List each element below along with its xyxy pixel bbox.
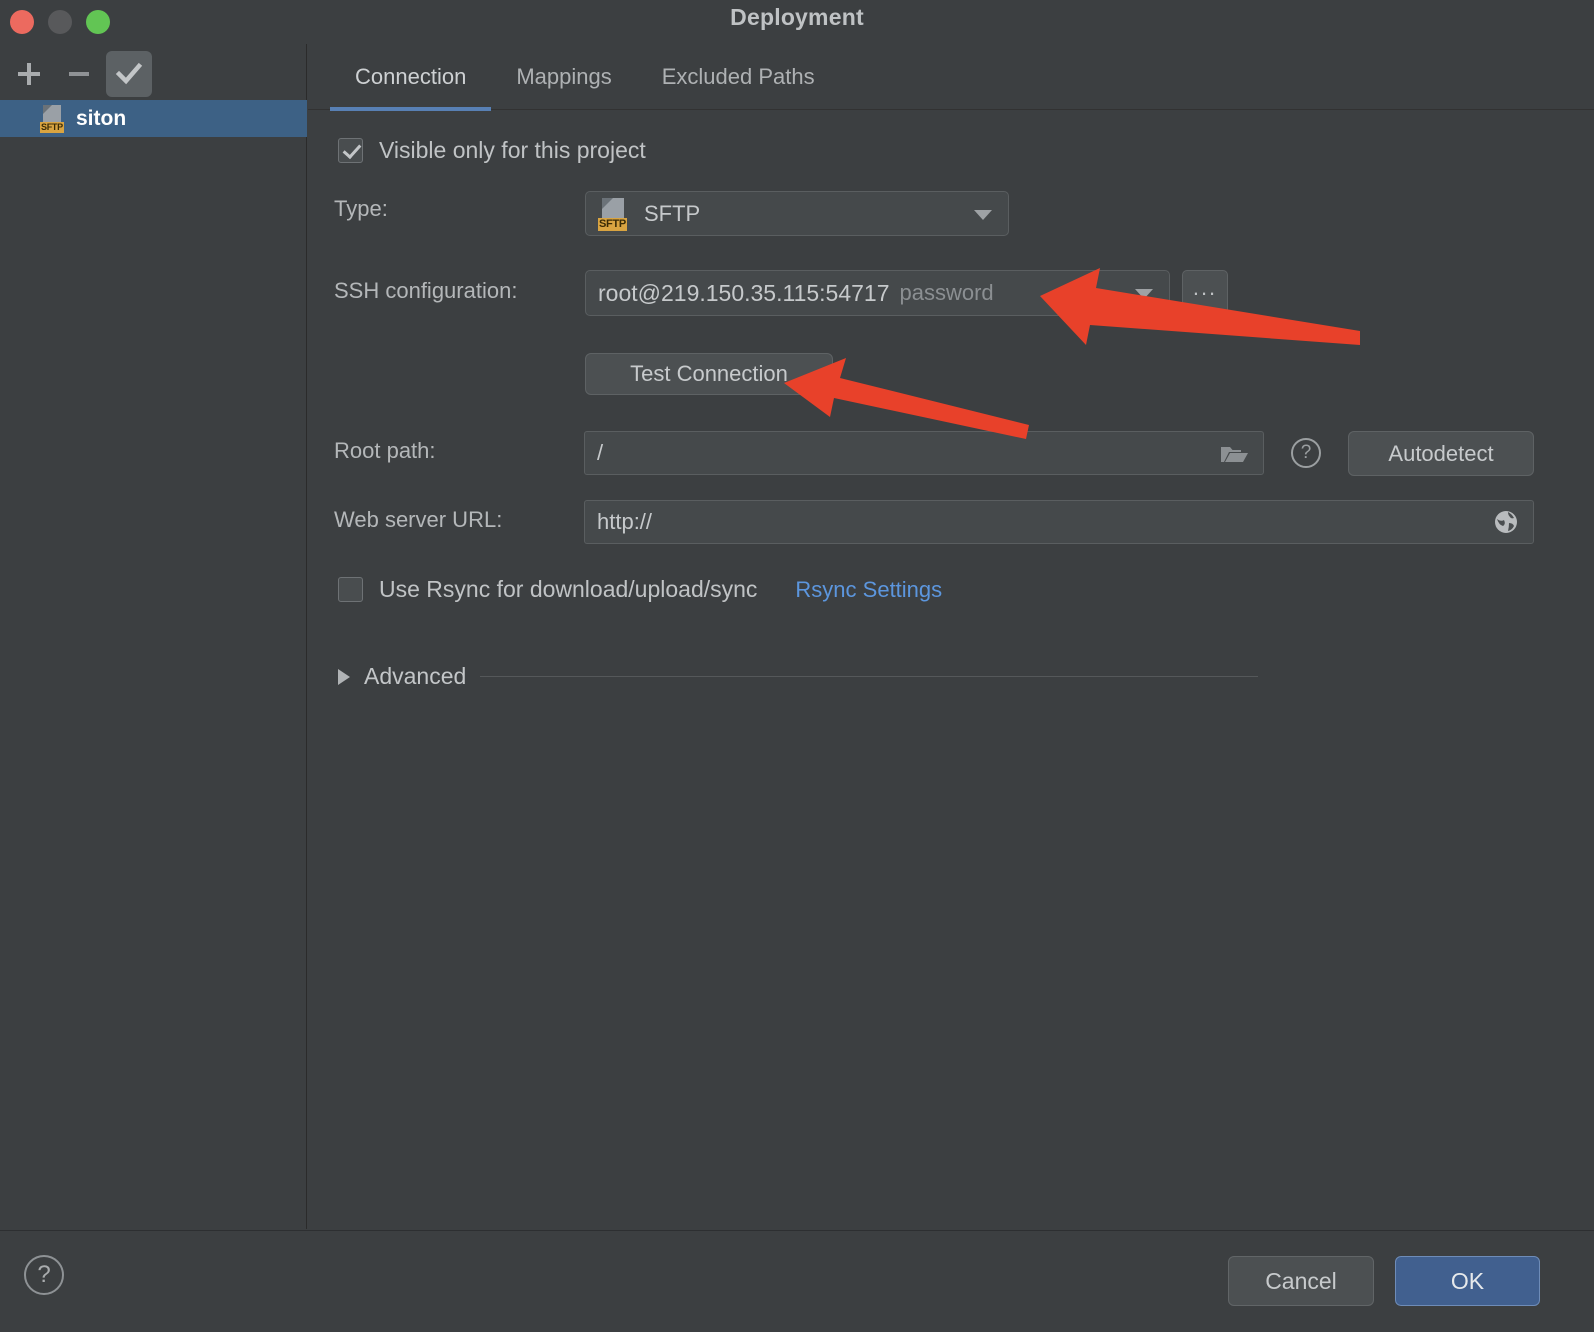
list-item[interactable]: SFTP siton — [0, 100, 307, 137]
window-titlebar: Deployment — [0, 0, 1594, 44]
rsync-settings-link[interactable]: Rsync Settings — [795, 577, 942, 603]
server-list: SFTP siton — [0, 100, 307, 137]
rsync-row: Use Rsync for download/upload/sync Rsync… — [338, 576, 942, 603]
type-combobox[interactable]: SFTP SFTP — [585, 191, 1009, 236]
remove-server-button[interactable] — [56, 51, 102, 97]
sftp-badge-label: SFTP — [40, 121, 64, 133]
dialog-help-icon[interactable]: ? — [24, 1255, 64, 1295]
type-label: Type: — [334, 196, 388, 221]
globe-icon[interactable] — [1493, 509, 1519, 541]
tab-excluded-paths[interactable]: Excluded Paths — [637, 44, 840, 110]
visible-only-checkbox[interactable] — [338, 138, 363, 163]
sftp-icon: SFTP — [598, 197, 632, 231]
web-server-url-value: http:// — [597, 509, 653, 534]
autodetect-button[interactable]: Autodetect — [1348, 431, 1534, 476]
ssh-configuration-label: SSH configuration: — [334, 278, 518, 303]
chevron-down-icon — [974, 209, 992, 220]
root-path-label: Root path: — [334, 438, 436, 463]
root-path-label-wrap: Root path: — [334, 438, 436, 464]
ssh-configuration-value: root@219.150.35.115:54717 — [598, 279, 890, 306]
cancel-button[interactable]: Cancel — [1228, 1256, 1374, 1306]
ssh-configuration-label-wrap: SSH configuration: — [334, 278, 517, 304]
tab-mappings[interactable]: Mappings — [491, 44, 636, 110]
test-connection-label: Test Connection — [630, 361, 788, 386]
root-path-help-icon[interactable]: ? — [1291, 438, 1321, 468]
ok-button[interactable]: OK — [1395, 1256, 1540, 1306]
deployment-dialog: Deployment SFTP siton Connection Mapping… — [0, 0, 1594, 1332]
list-item-label: siton — [76, 106, 127, 130]
use-rsync-checkbox[interactable] — [338, 577, 363, 602]
web-server-url-label: Web server URL: — [334, 507, 503, 532]
root-path-value: / — [597, 440, 604, 465]
tab-connection-label: Connection — [355, 63, 467, 89]
folder-icon[interactable] — [1219, 442, 1249, 470]
advanced-label: Advanced — [364, 663, 467, 689]
chevron-down-icon — [1135, 289, 1153, 299]
section-divider — [480, 676, 1258, 677]
settings-tabs: Connection Mappings Excluded Paths — [308, 44, 1594, 111]
set-default-server-button[interactable] — [106, 51, 152, 97]
advanced-section-header[interactable]: Advanced — [338, 663, 1258, 690]
visible-only-label: Visible only for this project — [379, 137, 646, 163]
window-title: Deployment — [730, 4, 864, 30]
root-path-input[interactable]: / — [584, 431, 1264, 475]
ssh-configuration-auth-type: password — [899, 280, 994, 305]
tab-connection[interactable]: Connection — [330, 44, 492, 111]
tab-excluded-paths-label: Excluded Paths — [661, 63, 815, 89]
ssh-configuration-browse-button[interactable]: ... — [1182, 270, 1228, 316]
type-label-wrap: Type: — [334, 196, 388, 222]
triangle-right-icon[interactable] — [338, 668, 350, 685]
ssh-configuration-browse-label: ... — [1192, 275, 1218, 300]
sftp-icon: SFTP — [40, 104, 66, 133]
cancel-label: Cancel — [1265, 1267, 1337, 1294]
use-rsync-label: Use Rsync for download/upload/sync — [379, 576, 758, 602]
autodetect-label: Autodetect — [1388, 440, 1494, 466]
tab-mappings-label: Mappings — [516, 63, 612, 89]
web-server-url-label-wrap: Web server URL: — [334, 507, 502, 533]
web-server-url-input[interactable]: http:// — [584, 500, 1534, 544]
ssh-configuration-combobox[interactable]: root@219.150.35.115:54717 password — [585, 270, 1170, 316]
add-server-button[interactable] — [6, 51, 52, 97]
ok-label: OK — [1450, 1267, 1485, 1294]
server-list-toolbar — [0, 48, 307, 100]
server-list-panel: SFTP siton — [0, 44, 307, 1229]
type-value: SFTP — [644, 200, 701, 226]
test-connection-button[interactable]: Test Connection — [585, 353, 833, 395]
visible-only-row[interactable]: Visible only for this project — [338, 137, 646, 164]
sftp-badge-label: SFTP — [598, 217, 627, 231]
